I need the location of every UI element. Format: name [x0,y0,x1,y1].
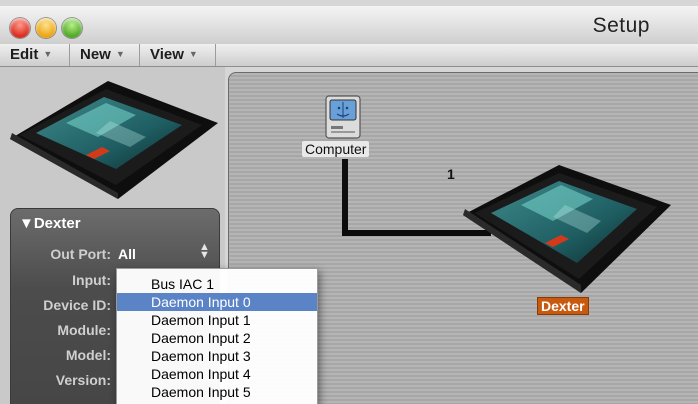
zoom-button[interactable] [62,18,82,38]
dexter-device-icon [10,81,218,199]
setup-window: Setup Edit ▼ New ▼ View ▼ ▼Dexter Out Po… [0,0,698,404]
device-id-label: Device ID: [43,297,111,313]
title-bar[interactable]: Setup [0,6,698,45]
dropdown-option-selected[interactable]: Daemon Input 0 [117,293,317,311]
menu-view[interactable]: View ▼ [140,44,216,66]
module-label: Module: [57,322,111,338]
dropdown-option[interactable]: Daemon Input 3 [117,347,317,365]
input-label: Input: [72,272,111,288]
dropdown-option[interactable]: Daemon Input 2 [117,329,317,347]
model-label: Model: [65,347,111,363]
chevron-down-icon: ▼ [115,49,125,59]
inspector-title[interactable]: ▼Dexter [19,215,81,232]
menu-new-label: New [80,46,111,63]
close-button[interactable] [10,18,30,38]
dropdown-option[interactable]: Daemon Input 5 [117,383,317,401]
dropdown-option[interactable]: Daemon Input 4 [117,365,317,383]
dexter-device-icon[interactable] [461,165,675,295]
chevron-down-icon: ▼ [43,49,53,59]
input-dropdown-menu: Bus IAC 1 Daemon Input 0 Daemon Input 1 … [116,268,318,404]
menu-view-label: View [150,46,184,63]
minimize-button[interactable] [36,18,56,38]
window-title: Setup [592,14,650,37]
dropdown-option[interactable]: Daemon Input 1 [117,311,317,329]
computer-label[interactable]: Computer [302,141,370,157]
version-label: Version: [55,372,111,388]
cable-number: 1 [447,166,455,182]
menu-edit-label: Edit [10,46,39,63]
out-port-label: Out Port: [50,246,111,262]
menu-edit[interactable]: Edit ▼ [0,44,70,66]
menu-bar: Edit ▼ New ▼ View ▼ [0,44,698,67]
menu-new[interactable]: New ▼ [70,44,140,66]
dropdown-option[interactable]: Bus IAC 1 [117,275,317,293]
out-port-select[interactable]: All [118,246,136,262]
device-label[interactable]: Dexter [537,297,589,315]
stepper-arrows-icon[interactable]: ▲ ▼ [199,242,210,261]
computer-icon[interactable] [325,95,361,139]
chevron-down-icon: ▼ [188,49,198,59]
